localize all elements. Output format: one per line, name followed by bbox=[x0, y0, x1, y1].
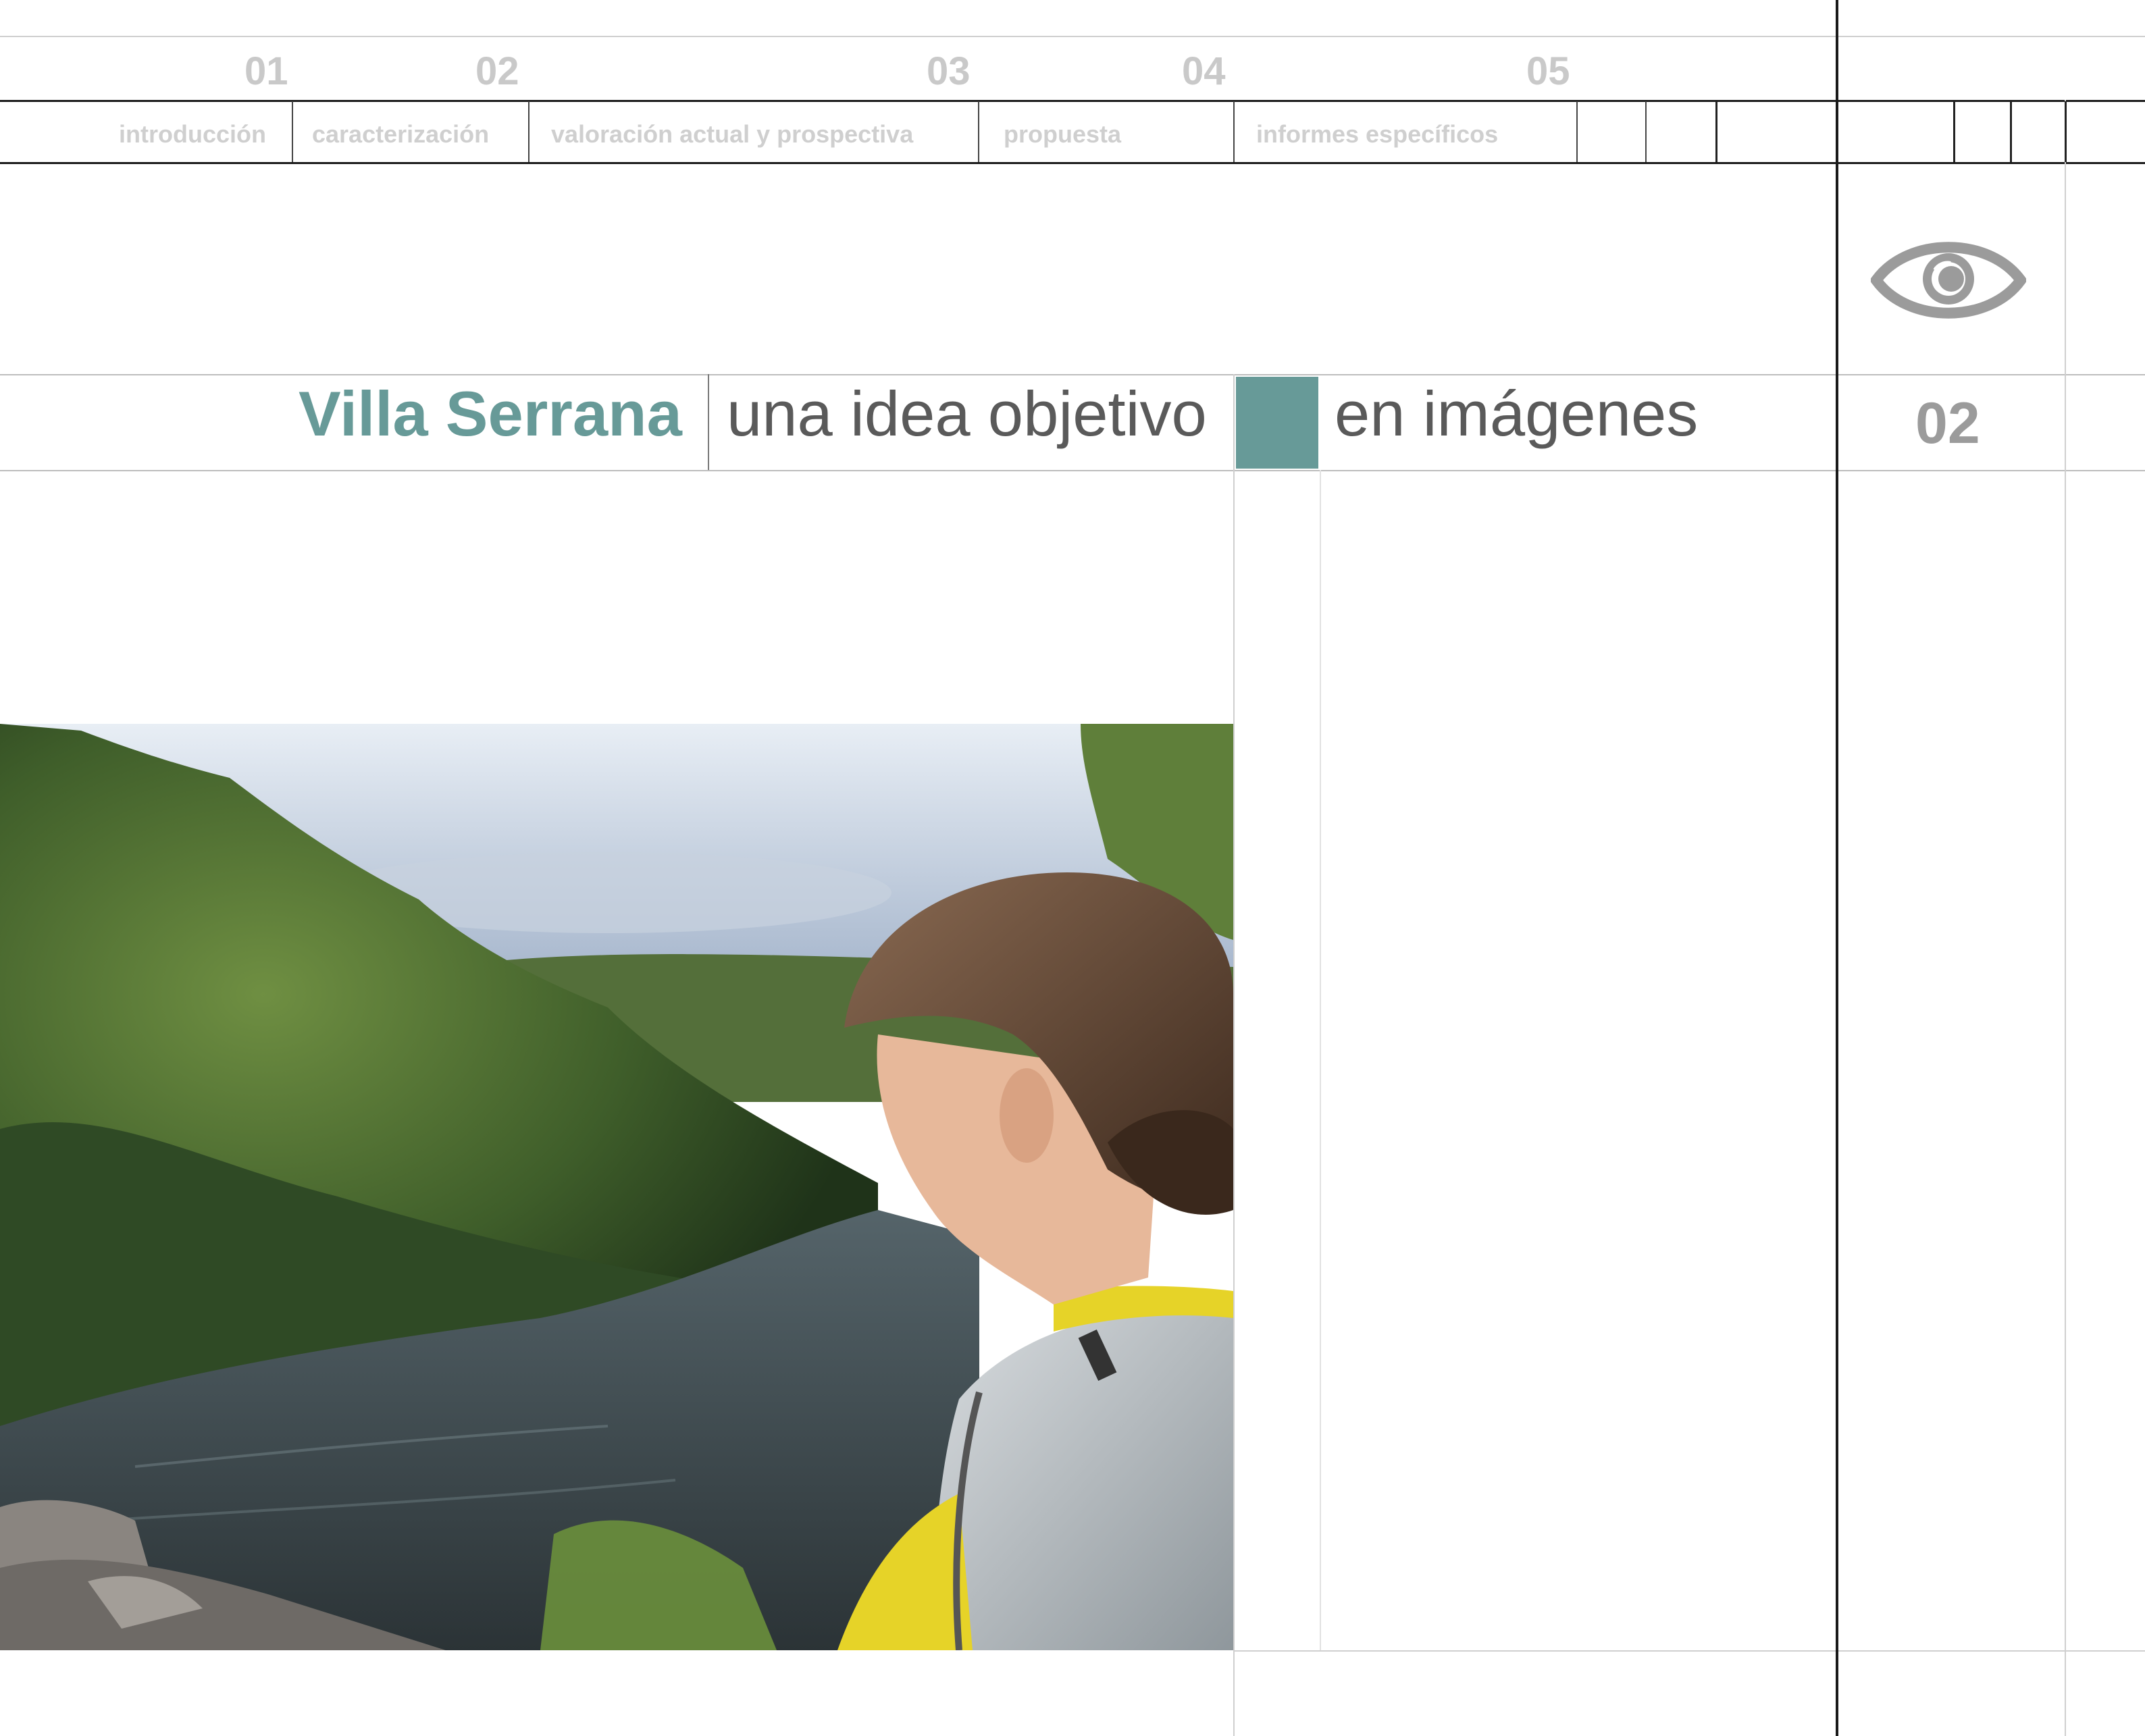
far-right-rule bbox=[2065, 100, 2066, 1736]
accent-square bbox=[1236, 377, 1318, 469]
nav-separator bbox=[1233, 101, 1235, 162]
right-column-rule bbox=[1836, 0, 1838, 1736]
section-number-05: 05 bbox=[1526, 49, 1570, 93]
nav-separator bbox=[528, 101, 529, 162]
nav-bottom-rule bbox=[0, 162, 2145, 164]
nav-separator bbox=[292, 101, 293, 162]
grid-rule-a bbox=[1233, 374, 1235, 1736]
tagline-title: una idea objetivo bbox=[727, 378, 1207, 449]
page-number: 02 bbox=[1915, 391, 1980, 456]
nav-separator bbox=[2065, 101, 2067, 162]
title-separator bbox=[708, 374, 709, 470]
footer-rule bbox=[1233, 1650, 2145, 1652]
nav-separator bbox=[1715, 101, 1717, 162]
subtitle-title: en imágenes bbox=[1335, 378, 1699, 449]
nav-separator bbox=[2010, 101, 2012, 162]
section-number-04: 04 bbox=[1182, 49, 1226, 93]
tab-introduccion[interactable]: introducción bbox=[119, 120, 266, 149]
nav-separator bbox=[1645, 101, 1647, 162]
tab-valoracion[interactable]: valoración actual y prospectiva bbox=[551, 120, 913, 149]
nav-separator bbox=[978, 101, 979, 162]
eye-icon bbox=[1869, 236, 2027, 324]
tab-caracterizacion[interactable]: caracterización bbox=[312, 120, 489, 149]
section-number-02: 02 bbox=[475, 49, 519, 93]
nav-separator bbox=[1953, 101, 1955, 162]
tab-informes[interactable]: informes específicos bbox=[1256, 120, 1498, 149]
title-bottom-rule bbox=[0, 470, 2145, 471]
grid-rule-b bbox=[1320, 470, 1321, 1650]
top-thin-rule bbox=[0, 36, 2145, 37]
nav-top-rule bbox=[0, 100, 2145, 102]
river-landscape-with-woman-photo bbox=[0, 724, 1233, 1650]
section-number-01: 01 bbox=[244, 49, 288, 93]
nav-separator bbox=[1576, 101, 1578, 162]
place-title: Villa Serrana bbox=[299, 378, 682, 449]
section-number-03: 03 bbox=[927, 49, 971, 93]
tab-propuesta[interactable]: propuesta bbox=[1004, 120, 1121, 149]
title-top-rule bbox=[0, 374, 2145, 375]
